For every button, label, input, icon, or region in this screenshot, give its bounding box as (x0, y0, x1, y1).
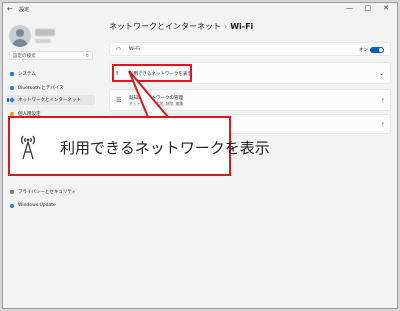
wifi-toggle-row[interactable]: ◠ Wi-Fi オン (109, 42, 391, 56)
manage-known-networks-row[interactable]: ☰ 既知のネットワークの管理 ネットワークの追加, 削除, 編集 › (109, 89, 391, 111)
user-email-redacted (35, 39, 51, 43)
sidebar-item-label: システム (18, 72, 36, 77)
maximize-button[interactable]: □ (364, 4, 371, 12)
sidebar-item-bluetooth[interactable]: Bluetooth とデバイス (7, 83, 95, 93)
minimize-button[interactable]: — (346, 4, 353, 12)
callout-box: 利用できるネットワークを表示 (8, 116, 270, 176)
search-icon: ⌕ (85, 52, 89, 59)
sidebar-item-system[interactable]: システム (7, 69, 95, 79)
highlight-box (112, 64, 192, 82)
monitor-icon (10, 72, 14, 76)
sidebar-item-network[interactable]: ネットワークとインターネット (7, 95, 95, 105)
toggle-state-label: オン (359, 48, 368, 53)
sidebar-item-label: Bluetooth とデバイス (18, 86, 64, 91)
avatar[interactable] (9, 25, 31, 47)
update-icon (10, 204, 14, 208)
window-title: 設定 (19, 7, 30, 13)
bluetooth-icon (10, 86, 14, 90)
wifi-icon: ◠ (116, 46, 122, 53)
toggle-knob (379, 48, 383, 52)
search-input[interactable]: 設定の検索 ⌕ (9, 51, 93, 60)
callout-label: 利用できるネットワークを表示 (60, 139, 270, 157)
antenna-icon (20, 135, 36, 160)
sidebar-item-privacy[interactable]: プライバシーとセキュリティ (7, 187, 95, 197)
sidebar-item-windows-update[interactable]: Windows Update (7, 201, 95, 211)
user-name-redacted (35, 29, 55, 36)
avatar-body-icon (12, 39, 28, 47)
manage-networks-sub: ネットワークの追加, 削除, 編集 (129, 101, 184, 106)
sidebar-item-label: プライバシーとセキュリティ (18, 190, 77, 195)
page-title: ネットワークとインターネット › Wi-Fi (109, 21, 253, 32)
title-bar: ← 設定 — □ ✕ (3, 3, 397, 15)
breadcrumb-current: Wi-Fi (230, 22, 254, 31)
breadcrumb-parent[interactable]: ネットワークとインターネット (109, 22, 221, 31)
sidebar-item-label: ネットワークとインターネット (18, 98, 81, 103)
sidebar-item-label: Windows Update (18, 203, 56, 208)
list-icon: ☰ (116, 97, 122, 104)
breadcrumb-separator: › (224, 22, 228, 31)
chevron-down-icon[interactable]: ⌄ (379, 70, 384, 77)
chevron-right-icon[interactable]: › (382, 120, 384, 127)
chevron-right-icon[interactable]: › (382, 96, 384, 103)
shield-icon (10, 190, 14, 194)
search-placeholder: 設定の検索 (13, 54, 36, 59)
close-button[interactable]: ✕ (383, 4, 389, 12)
wifi-toggle[interactable] (370, 47, 384, 53)
back-button[interactable]: ← (7, 5, 13, 13)
wifi-label: Wi-Fi (129, 47, 140, 52)
avatar-head-icon (16, 29, 24, 37)
network-icon (9, 97, 15, 103)
